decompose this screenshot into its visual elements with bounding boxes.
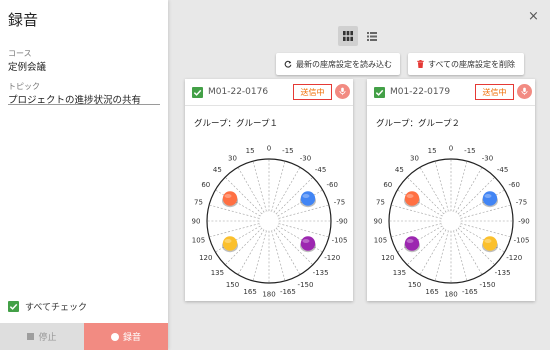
dial-angle-label: -30 — [300, 154, 311, 162]
record-label: 録音 — [122, 333, 141, 343]
dial-angle-label: 150 — [226, 281, 239, 289]
dial-angle-label: -150 — [298, 281, 314, 289]
dial-angle-label: 45 — [395, 166, 404, 174]
microphone-button[interactable] — [335, 84, 350, 99]
record-dot-icon — [110, 332, 119, 341]
dial-angle-label: -75 — [334, 199, 345, 207]
dial-angle-label: -135 — [313, 269, 329, 277]
device-checkbox[interactable] — [192, 87, 203, 98]
microphone-icon — [521, 87, 528, 96]
dial-angle-label: 135 — [211, 269, 224, 277]
trash-icon — [417, 60, 424, 68]
dial-angle-label: -15 — [282, 147, 293, 155]
refresh-icon — [284, 60, 292, 68]
dial-angle-label: -120 — [324, 254, 340, 262]
dial-angle-label: -45 — [315, 166, 326, 174]
dial-angle-label: 165 — [243, 288, 256, 296]
dial-angle-label: -120 — [506, 254, 522, 262]
list-view-button[interactable] — [362, 26, 382, 46]
dial-angle-label: 105 — [192, 236, 205, 244]
device-card: M01-22-0179 送信中 グループ：グループ２ 0 -15 -30 -45 -60… — [367, 79, 535, 301]
dial-angle-label: 90 — [374, 218, 383, 226]
card-header: M01-22-0179 送信中 — [367, 79, 535, 106]
stop-button[interactable]: 停止 — [0, 323, 84, 350]
dial-angle-label: -30 — [482, 154, 493, 162]
dial-angle-label: 105 — [374, 236, 387, 244]
dial-angle-label: -150 — [480, 281, 496, 289]
status-badge: 送信中 — [475, 84, 514, 100]
check-icon — [8, 301, 19, 312]
course-value: 定例会議 — [8, 62, 47, 73]
dial-angle-label: 30 — [228, 154, 237, 162]
dial-angle-label: -90 — [518, 218, 529, 226]
reload-seating-label: 最新の座席設定を読み込む — [296, 59, 392, 69]
panel-title: 録音 — [8, 11, 39, 29]
stop-icon — [27, 333, 35, 340]
delete-all-seating-button[interactable]: すべての座席設定を削除 — [408, 53, 524, 75]
device-checkbox[interactable] — [374, 87, 385, 98]
dial-angle-label: 15 — [428, 147, 437, 155]
reload-seating-button[interactable]: 最新の座席設定を読み込む — [276, 53, 400, 75]
dial-angle-label: 15 — [246, 147, 255, 155]
check-all-checkbox[interactable]: すべてチェック — [8, 300, 87, 313]
dial-angle-label: -105 — [332, 236, 348, 244]
dial-angle-label: -135 — [495, 269, 511, 277]
device-id: M01-22-0176 — [208, 87, 269, 97]
dial-angle-label: 150 — [408, 281, 421, 289]
device-card: M01-22-0176 送信中 グループ：グループ１ 0 -15 -30 -45 -60… — [185, 79, 353, 301]
dial-angle-label: -90 — [336, 218, 347, 226]
check-icon — [375, 89, 384, 96]
list-icon — [367, 31, 377, 41]
dial-angle-label: -75 — [516, 199, 527, 207]
dial-angle-label: 180 — [444, 291, 457, 297]
dial-angle-label: 0 — [267, 145, 271, 153]
group-label: グループ：グループ１ — [194, 119, 278, 129]
dial-angle-label: 90 — [192, 218, 201, 226]
recording-panel: 録音 コース 定例会議 トピック プロジェクトの進捗状況の共有 すべてチェック … — [0, 0, 168, 350]
topic-underline — [8, 104, 160, 105]
dial-angle-label: -60 — [509, 181, 520, 189]
device-id: M01-22-0179 — [390, 87, 451, 97]
close-icon[interactable]: × — [528, 10, 539, 23]
seating-dial[interactable]: 0 -15 -30 -45-60 -75 -90 -105 -120 -135 -150-165 1… — [367, 137, 535, 297]
delete-all-seating-label: すべての座席設定を削除 — [427, 59, 516, 69]
grid-icon — [343, 31, 353, 41]
dial-angle-label: -15 — [464, 147, 475, 155]
dial-angle-label: 60 — [201, 181, 210, 189]
dial-angle-label: -165 — [280, 288, 296, 296]
dial-angle-label: -60 — [327, 181, 338, 189]
topic-label: トピック — [8, 82, 40, 91]
record-button[interactable]: 録音 — [84, 323, 168, 350]
microphone-button[interactable] — [517, 84, 532, 99]
dial-angle-label: 30 — [410, 154, 419, 162]
dial-angle-label: 120 — [199, 254, 212, 262]
dial-angle-label: -45 — [497, 166, 508, 174]
dial-angle-label: 0 — [449, 145, 453, 153]
dial-angle-label: 60 — [383, 181, 392, 189]
check-icon — [193, 89, 202, 96]
group-label: グループ：グループ２ — [376, 119, 460, 129]
stop-label: 停止 — [38, 333, 57, 343]
course-label: コース — [8, 49, 32, 58]
seating-dial[interactable]: 0 -15 -30 -45-60 -75 -90 -105 -120 -135 -150-165 1… — [185, 137, 353, 297]
dial-angle-label: -165 — [462, 288, 478, 296]
dial-angle-label: 135 — [393, 269, 406, 277]
dial-angle-label: 180 — [262, 291, 275, 297]
dial-angle-label: 75 — [194, 199, 203, 207]
card-header: M01-22-0176 送信中 — [185, 79, 353, 106]
dial-angle-label: 120 — [381, 254, 394, 262]
dial-angle-label: 165 — [425, 288, 438, 296]
status-badge: 送信中 — [293, 84, 332, 100]
dial-angle-label: 75 — [376, 199, 385, 207]
check-all-label: すべてチェック — [25, 303, 88, 313]
dial-angle-label: 45 — [213, 166, 222, 174]
grid-view-button[interactable] — [338, 26, 358, 46]
microphone-icon — [339, 87, 346, 96]
dial-angle-label: -105 — [514, 236, 530, 244]
